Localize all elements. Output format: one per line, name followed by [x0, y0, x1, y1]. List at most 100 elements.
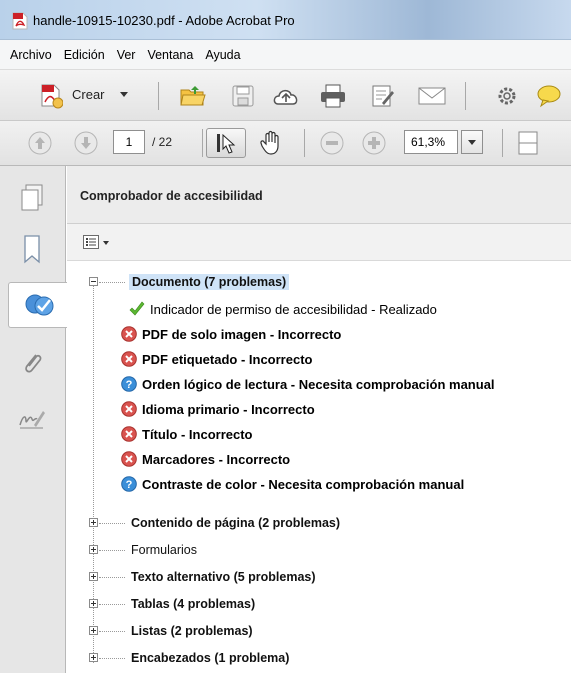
- page-up-icon[interactable]: [26, 129, 54, 157]
- comment-icon[interactable]: [534, 82, 564, 110]
- expand-toggle[interactable]: [89, 653, 98, 662]
- error-icon: [121, 351, 137, 367]
- page-number-input[interactable]: 1: [113, 130, 145, 154]
- group-label: Tablas (4 problemas): [131, 597, 256, 611]
- settings-icon[interactable]: [493, 82, 521, 110]
- navigation-toolbar: [0, 121, 571, 166]
- item-label: Marcadores - Incorrecto: [142, 451, 291, 467]
- zoom-out-icon[interactable]: [318, 129, 346, 157]
- item-label: Indicador de permiso de accesibilidad - …: [150, 301, 437, 317]
- mail-icon[interactable]: [415, 82, 449, 110]
- bookmarks-icon[interactable]: [12, 229, 52, 269]
- svg-text:?: ?: [126, 379, 133, 391]
- item-label: Orden lógico de lectura - Necesita compr…: [142, 376, 495, 392]
- expand-toggle[interactable]: [89, 599, 98, 608]
- fit-page-icon[interactable]: [514, 129, 542, 157]
- menu-bar: Archivo Edición Ver Ventana Ayuda: [0, 40, 571, 70]
- panel-header: Comprobador de accesibilidad: [67, 166, 571, 224]
- acrobat-pdf-icon: [12, 12, 28, 30]
- options-menu-icon[interactable]: [83, 235, 99, 249]
- zoom-in-icon[interactable]: [360, 129, 388, 157]
- zoom-input[interactable]: 61,3%: [404, 130, 458, 154]
- question-icon: ?: [121, 376, 137, 392]
- tree-group-alt-text[interactable]: Texto alternativo (5 problemas): [131, 566, 316, 588]
- toolbar-divider: [202, 129, 203, 157]
- item-label: PDF etiquetado - Incorrecto: [142, 351, 313, 367]
- navigation-pane: [0, 166, 70, 673]
- title-bar: handle-10915-10230.pdf - Adobe Acrobat P…: [0, 0, 571, 40]
- attachments-icon[interactable]: [12, 344, 52, 384]
- save-icon[interactable]: [229, 82, 257, 110]
- menu-archivo[interactable]: Archivo: [4, 48, 58, 62]
- tree-connector: [99, 550, 125, 551]
- tree-group-documento[interactable]: Documento (7 problemas): [129, 271, 290, 293]
- main-toolbar: Crear: [0, 70, 571, 121]
- cloud-upload-icon[interactable]: [270, 82, 302, 110]
- create-label[interactable]: Crear: [72, 87, 105, 102]
- open-folder-icon[interactable]: [178, 82, 208, 110]
- error-icon: [121, 451, 137, 467]
- tree-connector: [99, 631, 125, 632]
- hand-tool-icon[interactable]: [255, 128, 287, 158]
- panel-options-bar: [67, 224, 571, 261]
- accessibility-checker-icon[interactable]: [8, 282, 70, 328]
- svg-text:?: ?: [126, 479, 133, 491]
- tree-item-reading-order[interactable]: ? Orden lógico de lectura - Necesita com…: [121, 373, 495, 395]
- zoom-dropdown-button[interactable]: [461, 130, 483, 154]
- tree-item-contrast[interactable]: ? Contraste de color - Necesita comproba…: [121, 473, 464, 495]
- item-label: Idioma primario - Incorrecto: [142, 401, 315, 417]
- expand-toggle[interactable]: [89, 572, 98, 581]
- expand-toggle[interactable]: [89, 545, 98, 554]
- group-label: Documento (7 problemas): [129, 274, 290, 290]
- window-title: handle-10915-10230.pdf - Adobe Acrobat P…: [33, 13, 295, 28]
- tree-connector: [99, 577, 125, 578]
- chevron-down-icon[interactable]: [120, 92, 128, 97]
- menu-ver[interactable]: Ver: [111, 48, 142, 62]
- tree-item-permission[interactable]: Indicador de permiso de accesibilidad - …: [129, 298, 437, 320]
- tree-group-tables[interactable]: Tablas (4 problemas): [131, 593, 255, 615]
- toolbar-divider: [465, 82, 466, 110]
- create-icon[interactable]: [38, 83, 64, 109]
- item-label: PDF de solo imagen - Incorrecto: [142, 326, 342, 342]
- question-icon: ?: [121, 476, 137, 492]
- tree-item-tagged[interactable]: PDF etiquetado - Incorrecto: [121, 348, 312, 370]
- toolbar-divider: [304, 129, 305, 157]
- collapse-toggle[interactable]: [89, 277, 98, 286]
- error-icon: [121, 326, 137, 342]
- error-icon: [121, 426, 137, 442]
- tree-item-bookmarks[interactable]: Marcadores - Incorrecto: [121, 448, 290, 470]
- group-label: Encabezados (1 problema): [131, 651, 290, 665]
- select-tool-icon[interactable]: [206, 128, 246, 158]
- menu-edicion[interactable]: Edición: [58, 48, 111, 62]
- tree-group-headings[interactable]: Encabezados (1 problema): [131, 647, 289, 669]
- signatures-icon[interactable]: [12, 398, 52, 438]
- tree-group-page-content[interactable]: Contenido de página (2 problemas): [131, 512, 340, 534]
- page-total: / 22: [152, 135, 173, 149]
- page-down-icon[interactable]: [72, 129, 100, 157]
- menu-ayuda[interactable]: Ayuda: [199, 48, 246, 62]
- pages-icon[interactable]: [12, 178, 52, 218]
- toolbar-divider: [502, 129, 503, 157]
- toolbar-divider: [158, 82, 159, 110]
- tree-connector: [99, 658, 125, 659]
- edit-sign-icon[interactable]: [368, 82, 398, 110]
- tree-group-forms[interactable]: Formularios: [131, 539, 197, 561]
- group-label: Formularios: [131, 543, 197, 557]
- expand-toggle[interactable]: [89, 626, 98, 635]
- tree-item-language[interactable]: Idioma primario - Incorrecto: [121, 398, 315, 420]
- tree-connector: [99, 604, 125, 605]
- item-label: Título - Incorrecto: [142, 426, 253, 442]
- chevron-down-icon[interactable]: [103, 241, 109, 245]
- expand-toggle[interactable]: [89, 518, 98, 527]
- print-icon[interactable]: [318, 82, 348, 110]
- tree-item-title[interactable]: Título - Incorrecto: [121, 423, 253, 445]
- tree-group-lists[interactable]: Listas (2 problemas): [131, 620, 253, 642]
- group-label: Texto alternativo (5 problemas): [131, 570, 316, 584]
- group-label: Contenido de página (2 problemas): [131, 516, 341, 530]
- tree-item-image-only[interactable]: PDF de solo imagen - Incorrecto: [121, 323, 341, 345]
- error-icon: [121, 401, 137, 417]
- tree-connector: [99, 523, 125, 524]
- check-icon: [129, 301, 145, 316]
- accessibility-report-tree: Documento (7 problemas) Indicador de per…: [67, 261, 571, 673]
- menu-ventana[interactable]: Ventana: [141, 48, 199, 62]
